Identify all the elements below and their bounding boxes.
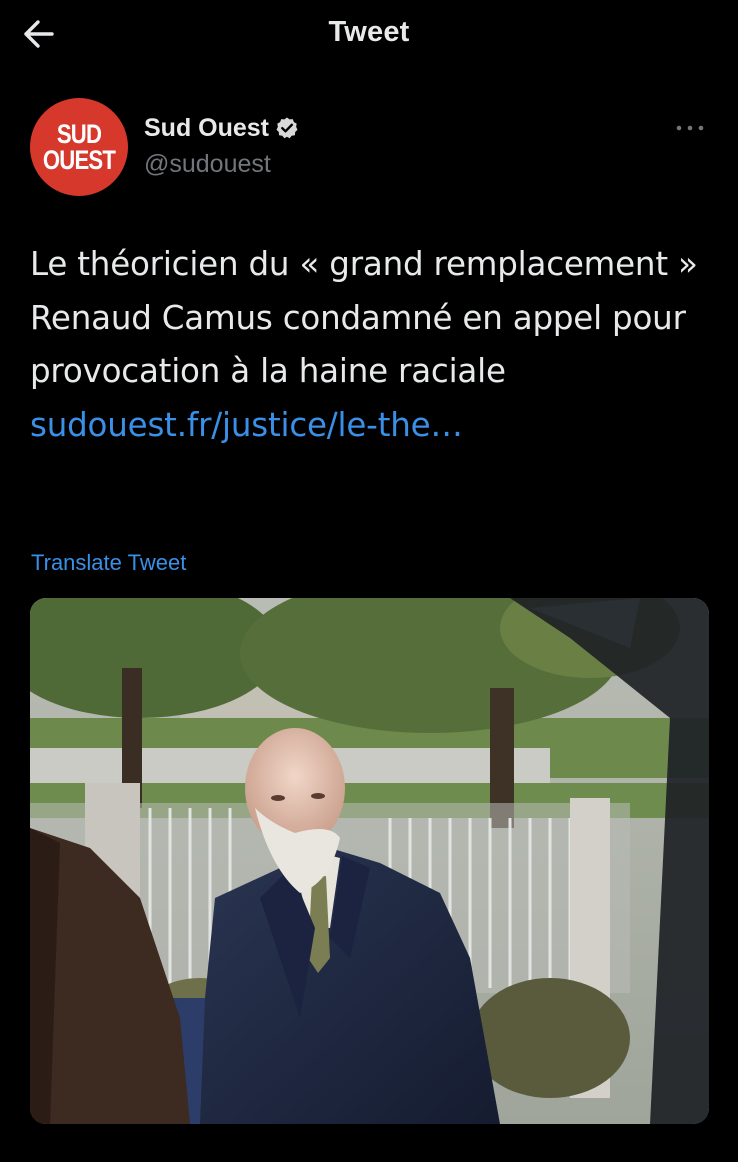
more-horizontal-icon	[676, 125, 704, 131]
tweet-text: Le théoricien du « grand remplacement » …	[30, 238, 706, 452]
photo-icon	[30, 598, 709, 1124]
tweet-body: Le théoricien du « grand remplacement » …	[30, 245, 698, 390]
avatar-line-2: OUEST	[42, 145, 116, 175]
avatar-logo-text: SUD OUEST	[39, 119, 119, 175]
author-name[interactable]: Sud Ouest	[144, 114, 299, 143]
translate-tweet-link[interactable]: Translate Tweet	[31, 550, 186, 576]
page-title: Tweet	[328, 16, 410, 48]
tweet-author: SUD OUEST Sud Ouest @sudouest	[30, 98, 710, 198]
more-options-button[interactable]	[674, 118, 706, 138]
author-handle[interactable]: @sudouest	[144, 150, 271, 179]
avatar-line-1: SUD	[56, 119, 102, 149]
tweet-link[interactable]: sudouest.fr/justice/le-the…	[30, 406, 463, 444]
verified-badge-icon	[276, 117, 298, 139]
author-name-text: Sud Ouest	[144, 114, 270, 142]
avatar[interactable]: SUD OUEST	[30, 98, 128, 196]
top-bar: Tweet	[0, 0, 738, 72]
tweet-photo[interactable]	[30, 598, 709, 1124]
